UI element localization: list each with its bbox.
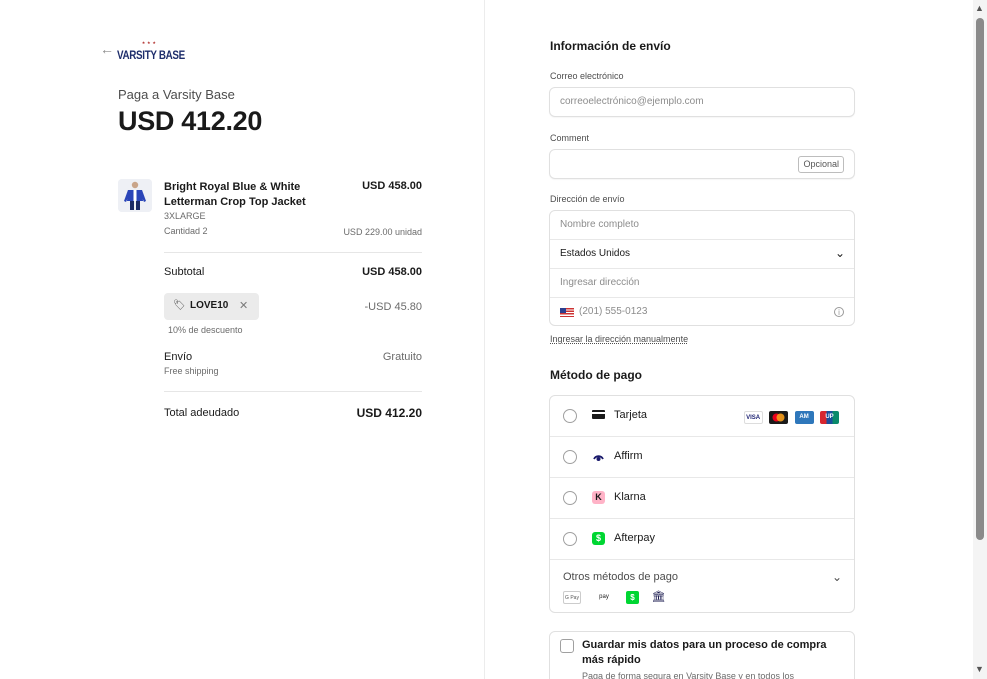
cash-app-icon: $ <box>626 591 639 604</box>
shipping-sub: Free shipping <box>164 366 219 376</box>
radio-button[interactable] <box>563 450 577 464</box>
payment-option-affirm[interactable]: Affirm <box>550 437 854 478</box>
total-due-value: USD 412.20 <box>356 406 422 420</box>
comment-field[interactable]: Opcional <box>549 149 855 179</box>
product-unit-price: USD 229.00 unidad <box>343 227 422 237</box>
other-methods-label: Otros métodos de pago <box>563 571 678 583</box>
address-placeholder: Ingresar dirección <box>560 277 640 288</box>
info-icon[interactable]: i <box>834 307 844 317</box>
tag-icon: 🏷 <box>173 300 186 311</box>
us-flag-icon <box>560 308 574 317</box>
payment-methods-box: Tarjeta VISA AM UP Affirm K Klarna $ Aft… <box>549 395 855 613</box>
visa-icon: VISA <box>743 411 763 425</box>
phone-field[interactable]: (201) 555-0123 i <box>550 298 854 327</box>
klarna-icon: K <box>592 491 605 504</box>
chevron-down-icon: ⌄ <box>834 246 845 260</box>
discount-code-pill: 🏷 LOVE10 ✕ <box>164 293 259 320</box>
payment-option-afterpay[interactable]: $ Afterpay <box>550 519 854 560</box>
email-field[interactable]: correoelectrónico@ejemplo.com <box>549 87 855 117</box>
checkout-page: ← ★ ★ ★ VARSITY BASE Paga a Varsity Base… <box>0 0 987 679</box>
arrow-left-icon[interactable]: ← <box>100 41 114 57</box>
scroll-up-icon[interactable]: ▲ <box>975 3 984 13</box>
full-name-placeholder: Nombre completo <box>560 219 639 230</box>
product-quantity: Cantidad 2 <box>164 226 208 236</box>
shipping-label: Envío <box>164 351 193 363</box>
google-pay-icon: G Pay <box>563 591 581 604</box>
save-info-subtitle: Paga de forma segura en Varsity Base y e… <box>582 671 794 679</box>
email-label: Correo electrónico <box>550 71 624 81</box>
address-field[interactable]: Ingresar dirección <box>550 269 854 298</box>
payment-method-title: Método de pago <box>550 368 642 382</box>
mastercard-icon <box>769 411 789 425</box>
radio-button[interactable] <box>563 532 577 546</box>
save-info-box[interactable]: Guardar mis datos para un proceso de com… <box>549 631 855 679</box>
divider <box>164 252 422 253</box>
radio-button[interactable] <box>563 491 577 505</box>
logo-text: VARSITY BASE <box>117 48 185 62</box>
amex-icon: AM <box>794 411 814 425</box>
save-info-checkbox[interactable] <box>560 639 574 653</box>
chevron-down-icon: ⌄ <box>831 570 842 584</box>
payment-option-klarna[interactable]: K Klarna <box>550 478 854 519</box>
country-value: Estados Unidos <box>560 248 631 259</box>
product-image <box>118 179 152 212</box>
amazon-pay-icon: pay <box>599 594 609 600</box>
scroll-down-icon[interactable]: ▼ <box>975 664 984 674</box>
order-summary-panel: ← ★ ★ ★ VARSITY BASE Paga a Varsity Base… <box>0 0 484 679</box>
payment-option-card[interactable]: Tarjeta VISA AM UP <box>550 396 854 437</box>
product-name: Bright Royal Blue & White Letterman Crop… <box>164 181 306 208</box>
payment-option-label: Tarjeta <box>614 409 648 421</box>
payment-option-label: Afterpay <box>614 532 655 544</box>
unionpay-icon: UP <box>820 411 839 425</box>
radio-button[interactable] <box>563 409 577 423</box>
pay-to-label: Paga a Varsity Base <box>118 87 235 102</box>
email-placeholder: correoelectrónico@ejemplo.com <box>560 96 704 107</box>
country-select[interactable]: Estados Unidos ⌄ <box>550 240 854 269</box>
full-name-field[interactable]: Nombre completo <box>550 211 854 240</box>
close-icon[interactable]: ✕ <box>239 299 248 312</box>
divider <box>164 391 422 392</box>
total-due-label: Total adeudado <box>164 407 240 419</box>
affirm-icon <box>592 450 605 463</box>
payment-option-label: Klarna <box>614 491 646 503</box>
address-fieldset: Nombre completo Estados Unidos ⌄ Ingresa… <box>549 210 855 326</box>
total-amount: USD 412.20 <box>118 106 263 136</box>
discount-note: 10% de descuento <box>168 325 243 335</box>
product-variant: 3XLARGE <box>164 211 206 221</box>
subtotal-label: Subtotal <box>164 266 205 278</box>
subtotal-value: USD 458.00 <box>362 266 422 278</box>
payment-option-label: Affirm <box>614 450 643 462</box>
optional-badge: Opcional <box>798 156 844 173</box>
address-label: Dirección de envío <box>550 194 625 204</box>
card-brands: VISA AM UP <box>742 409 839 427</box>
merchant-logo[interactable]: ★ ★ ★ VARSITY BASE <box>117 40 185 64</box>
logo-stars: ★ ★ ★ <box>141 40 157 45</box>
product-price: USD 458.00 <box>362 180 422 192</box>
discount-code: LOVE10 <box>190 300 229 311</box>
shipping-info-title: Información de envío <box>550 39 671 53</box>
manual-address-link[interactable]: Ingresar la dirección manualmente <box>550 334 688 344</box>
bank-icon: 🏛 <box>651 591 666 603</box>
scrollbar-thumb[interactable] <box>976 18 984 540</box>
shipping-value: Gratuito <box>382 351 422 363</box>
discount-amount: -USD 45.80 <box>364 301 422 313</box>
afterpay-icon: $ <box>592 532 605 545</box>
other-payment-methods[interactable]: Otros métodos de pago ⌄ G Pay pay $ 🏛 <box>550 560 854 613</box>
card-icon <box>592 410 605 419</box>
phone-placeholder: (201) 555-0123 <box>579 306 648 317</box>
comment-label: Comment <box>550 133 590 143</box>
save-info-title: Guardar mis datos para un proceso de com… <box>582 639 827 666</box>
